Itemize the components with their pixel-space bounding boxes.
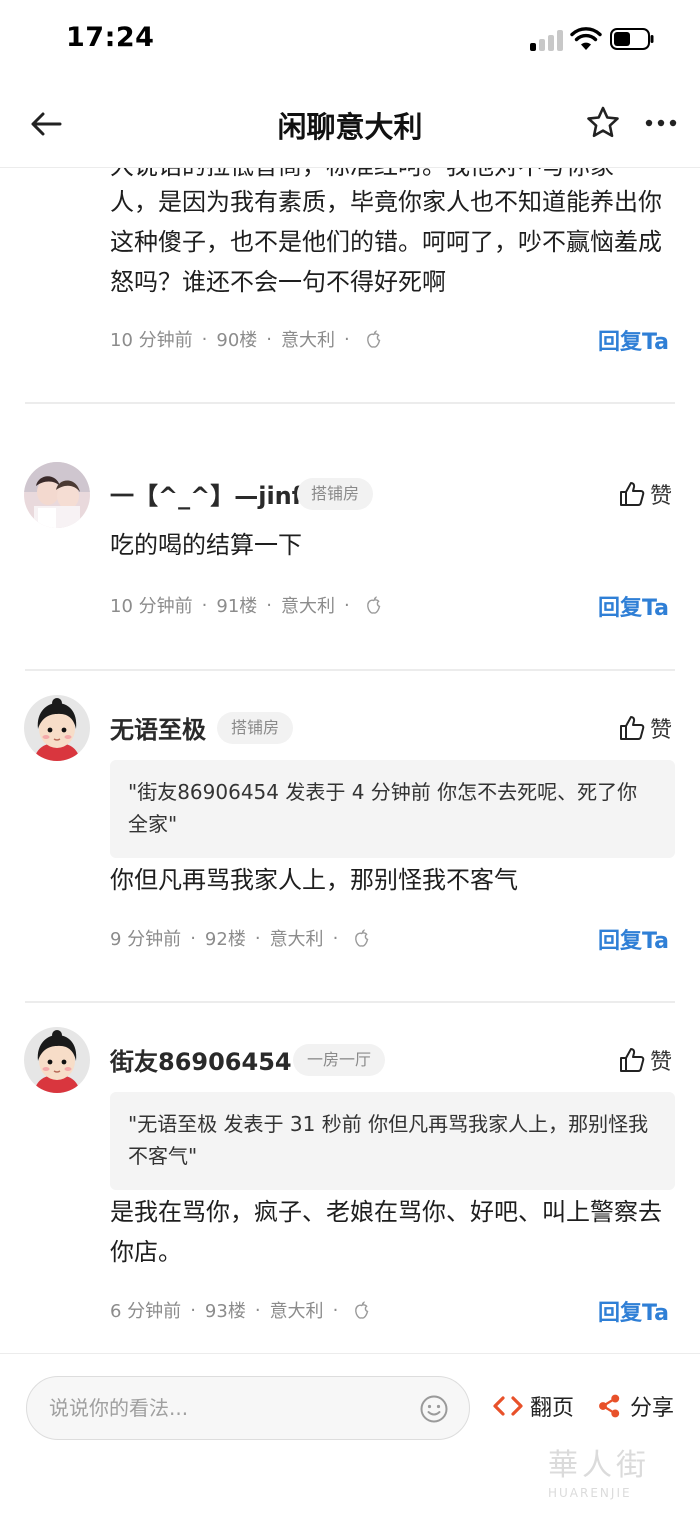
emoji-icon[interactable] xyxy=(419,1394,449,1424)
like-label: 赞 xyxy=(650,1050,673,1075)
reply-button[interactable]: 回复Ta xyxy=(598,1295,669,1327)
like-button[interactable]: 赞 xyxy=(618,711,672,745)
reply-button[interactable]: 回复Ta xyxy=(598,590,669,622)
thumbs-up-icon xyxy=(620,1048,645,1072)
comment-location: 意大利 xyxy=(281,330,336,351)
comment-body: 吃的喝的结算一下 xyxy=(110,531,302,559)
comment-time: 10 分钟前 xyxy=(110,596,193,617)
nav-bar: 闲聊意大利 xyxy=(0,80,700,168)
comment-body: 人，是因为我有素质，毕竟你家人也不知道能养出你这种傻子，也不是他们的错。呵呵了，… xyxy=(110,188,662,296)
cellular-signal-icon xyxy=(530,29,564,51)
status-bar: 17:24 xyxy=(0,0,700,80)
page-turn-button[interactable]: 翻页 xyxy=(492,1390,574,1422)
reply-button[interactable]: 回复Ta xyxy=(598,324,669,356)
avatar[interactable] xyxy=(24,462,90,528)
user-level-badge: 搭铺房 xyxy=(217,712,294,744)
comment-item-91: 一【^_^】—jinf 搭铺房 赞 吃的喝的结算一下 10 分钟前 · 91楼 · … xyxy=(0,404,700,669)
quoted-comment: "无语至极 发表于 31 秒前 你但凡再骂我家人上，那别怪我不客气" xyxy=(110,1092,675,1190)
more-options-icon[interactable] xyxy=(644,106,678,140)
comment-floor: 92楼 xyxy=(204,929,246,950)
like-button[interactable]: 赞 xyxy=(618,477,672,511)
comment-meta: 10 分钟前 · 90楼 · 意大利 · xyxy=(110,324,382,354)
comment-location: 意大利 xyxy=(269,1301,324,1322)
page-turn-label: 翻页 xyxy=(530,1396,575,1421)
thumbs-up-icon xyxy=(620,716,645,740)
comment-time: 9 分钟前 xyxy=(110,929,182,950)
share-button[interactable]: 分享 xyxy=(596,1390,674,1422)
apple-device-icon xyxy=(355,929,369,947)
comment-location: 意大利 xyxy=(281,596,336,617)
comment-meta: 10 分钟前 · 91楼 · 意大利 · xyxy=(110,590,382,620)
like-label: 赞 xyxy=(650,718,673,743)
like-label: 赞 xyxy=(650,484,673,509)
comment-item-93: 街友86906454 一房一厅 赞 "无语至极 发表于 31 秒前 你但凡再骂我… xyxy=(0,1003,700,1353)
comment-time: 6 分钟前 xyxy=(110,1301,182,1322)
comment-item-90: 大说话的拉低智商，标准红呵。我他对不写你家 人，是因为我有素质，毕竟你家人也不知… xyxy=(0,168,700,403)
comment-body: 是我在骂你，疯子、老娘在骂你、好吧、叫上警察去你店。 xyxy=(110,1198,662,1266)
comment-floor: 90楼 xyxy=(216,330,258,351)
comment-floor: 91楼 xyxy=(216,596,258,617)
reply-button[interactable]: 回复Ta xyxy=(598,923,669,955)
apple-device-icon xyxy=(366,596,381,614)
thumbs-up-icon xyxy=(620,482,645,506)
author-name[interactable]: 街友86906454 xyxy=(110,1042,292,1077)
comment-floor: 93楼 xyxy=(204,1301,246,1322)
comment-location: 意大利 xyxy=(269,929,324,950)
comment-meta: 6 分钟前 · 93楼 · 意大利 · xyxy=(110,1295,370,1325)
avatar[interactable] xyxy=(24,1027,90,1093)
like-button[interactable]: 赞 xyxy=(618,1043,672,1077)
apple-device-icon xyxy=(366,330,381,348)
comment-item-92: 无语至极 搭铺房 赞 "街友86906454 发表于 4 分钟前 你怎不去死呢、… xyxy=(0,671,700,1001)
apple-device-icon xyxy=(355,1301,369,1319)
watermark: 華人街 HUARENJIE xyxy=(548,1440,693,1506)
quoted-comment: "街友86906454 发表于 4 分钟前 你怎不去死呢、死了你全家" xyxy=(110,760,675,858)
watermark-cn: 華人街 xyxy=(548,1448,650,1483)
comment-time: 10 分钟前 xyxy=(110,330,193,351)
comment-input-box[interactable] xyxy=(26,1376,470,1440)
code-brackets-icon xyxy=(493,1396,523,1416)
watermark-en: HUARENJIE xyxy=(548,1486,632,1500)
status-time: 17:24 xyxy=(66,22,155,53)
comment-input[interactable] xyxy=(49,1391,409,1425)
share-label: 分享 xyxy=(630,1396,675,1421)
share-icon xyxy=(599,1394,620,1418)
user-level-badge: 一房一厅 xyxy=(293,1044,386,1076)
author-name[interactable]: 无语至极 xyxy=(110,710,206,745)
user-level-badge: 搭铺房 xyxy=(297,478,374,510)
comment-body: 你但凡再骂我家人上，那别怪我不客气 xyxy=(110,866,518,894)
screen: 17:24 闲聊意大利 人，是因为我有素质，毕竟你家人也不知道能养出你这种傻子，… xyxy=(0,0,700,1515)
comment-meta: 9 分钟前 · 92楼 · 意大利 · xyxy=(110,923,370,953)
battery-icon xyxy=(610,28,654,50)
wifi-icon xyxy=(570,27,602,50)
favorite-star-icon[interactable] xyxy=(584,104,622,142)
avatar[interactable] xyxy=(24,695,90,761)
author-name[interactable]: 一【^_^】—jinf xyxy=(110,476,302,511)
comment-feed[interactable]: 大说话的拉低智商，标准红呵。我他对不写你家 人，是因为我有素质，毕竟你家人也不知… xyxy=(0,168,700,1353)
